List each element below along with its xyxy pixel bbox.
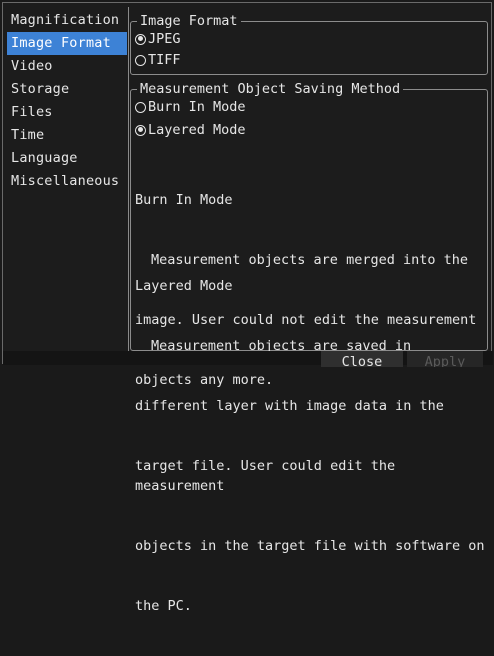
image-format-group: Image Format JPEG TIFF <box>130 12 488 75</box>
sidebar-item-storage[interactable]: Storage <box>7 78 127 101</box>
radio-burn-in-mode[interactable]: Burn In Mode <box>135 96 246 118</box>
sidebar-item-video[interactable]: Video <box>7 55 127 78</box>
sidebar-divider <box>128 7 129 351</box>
layered-text-line: the PC. <box>135 598 192 614</box>
sidebar-item-time[interactable]: Time <box>7 124 127 147</box>
radio-layered-indicator[interactable] <box>135 124 146 136</box>
sidebar-item-language[interactable]: Language <box>7 147 127 170</box>
radio-jpeg-indicator[interactable] <box>135 33 146 45</box>
layered-text-line: different layer with image data in the <box>135 398 444 414</box>
radio-jpeg-label: JPEG <box>148 31 181 47</box>
sidebar-item-files[interactable]: Files <box>7 101 127 124</box>
radio-jpeg[interactable]: JPEG <box>135 28 181 50</box>
sidebar-item-miscellaneous[interactable]: Miscellaneous <box>7 170 127 193</box>
apply-button[interactable]: Apply <box>407 351 483 367</box>
sidebar-item-magnification[interactable]: Magnification <box>7 9 127 32</box>
layered-description: Layered Mode Measurement objects are sav… <box>135 236 485 656</box>
layered-text-line: target file. User could edit the measure… <box>135 458 404 494</box>
burn-in-heading: Burn In Mode <box>135 192 233 208</box>
radio-tiff-label: TIFF <box>148 52 181 68</box>
layered-heading: Layered Mode <box>135 278 233 294</box>
sidebar-item-image-format[interactable]: Image Format <box>7 32 127 55</box>
settings-window: Magnification Image Format Video Storage… <box>2 2 493 614</box>
settings-content: Image Format JPEG TIFF Measurement Objec… <box>130 7 490 614</box>
radio-burn-in-indicator[interactable] <box>135 101 146 113</box>
radio-layered-mode[interactable]: Layered Mode <box>135 119 246 141</box>
radio-tiff[interactable]: TIFF <box>135 49 181 71</box>
saving-method-group: Measurement Object Saving Method Burn In… <box>130 80 488 614</box>
close-button[interactable]: Close <box>321 351 403 367</box>
radio-burn-in-label: Burn In Mode <box>148 99 246 115</box>
radio-layered-label: Layered Mode <box>148 122 246 138</box>
layered-text-line: objects in the target file with software… <box>135 538 485 554</box>
settings-sidebar: Magnification Image Format Video Storage… <box>7 9 127 349</box>
radio-tiff-indicator[interactable] <box>135 54 146 66</box>
